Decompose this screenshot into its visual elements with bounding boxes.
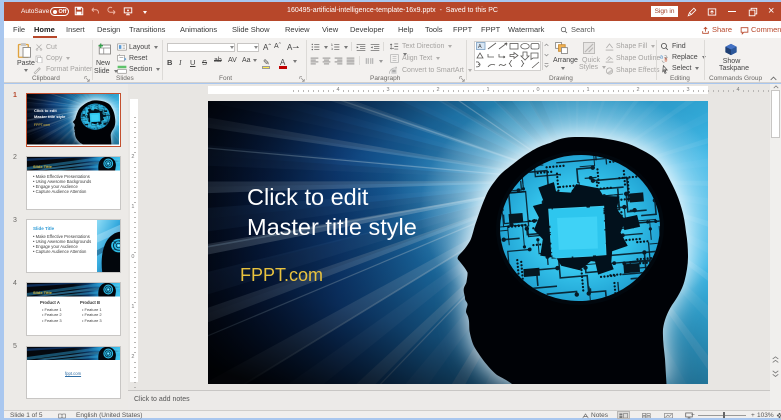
svg-text:b: b	[665, 58, 668, 63]
svg-text:A: A	[478, 44, 482, 50]
svg-text:a: a	[660, 55, 663, 61]
